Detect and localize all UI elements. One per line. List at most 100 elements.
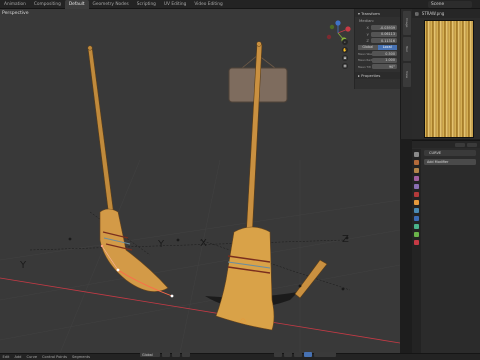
data-tab-icon[interactable]: [414, 232, 419, 237]
menu-curve[interactable]: Curve: [24, 355, 40, 359]
pan-hand-icon[interactable]: ✋: [342, 47, 348, 53]
menu-control-points[interactable]: Control Points: [40, 355, 70, 359]
workspace-tabs: Animation Compositing Default Geometry N…: [0, 0, 227, 9]
tab-tool[interactable]: Tool: [403, 37, 411, 61]
tab-uv-editing[interactable]: UV Editing: [160, 0, 190, 9]
orientation-value: Global: [142, 352, 153, 357]
tab-view[interactable]: View: [403, 63, 411, 87]
add-modifier-button[interactable]: Add Modifier: [424, 159, 476, 165]
zoom-icon[interactable]: ⌕: [342, 39, 348, 45]
tab-scripting[interactable]: Scripting: [133, 0, 160, 9]
image-icon: ▨: [415, 11, 419, 16]
camera-icon[interactable]: ▣: [342, 55, 348, 61]
options-button[interactable]: [467, 142, 477, 147]
image-editor-tabs: Image Tool View: [400, 9, 412, 139]
orientation-dropdown[interactable]: Global: [140, 352, 160, 357]
view-layer-tab-icon[interactable]: [414, 176, 419, 181]
tool-tab-icon[interactable]: [414, 152, 419, 157]
material-tab-icon[interactable]: [414, 240, 419, 245]
svg-text:X: X: [200, 238, 207, 249]
axis-label: Z: [366, 38, 369, 44]
output-tab-icon[interactable]: [414, 168, 419, 173]
viewport-nav-buttons: ⌕ ✋ ▣ ▦: [342, 39, 348, 69]
svg-text:Y: Y: [19, 260, 27, 271]
median-label: Median:: [359, 18, 375, 23]
viewport-scene: Y Y X Z: [0, 41, 400, 353]
global-button[interactable]: Global: [358, 44, 378, 50]
axis-label: X: [366, 25, 369, 31]
median-x-row: X -0.03939: [355, 25, 400, 31]
menu-add[interactable]: Add: [12, 355, 24, 359]
world-tab-icon[interactable]: [414, 192, 419, 197]
tab-geometry-nodes[interactable]: Geometry Nodes: [89, 0, 133, 9]
object-name-field[interactable]: CURVE: [424, 150, 476, 156]
straw-texture-image: [424, 20, 474, 138]
tab-video-editing[interactable]: Video Editing: [190, 0, 226, 9]
median-z-field[interactable]: 0.11316: [371, 38, 397, 44]
scene-name: Scene: [431, 2, 445, 7]
empty-guides: [29, 211, 351, 291]
median-x-field[interactable]: -0.03939: [371, 25, 397, 31]
field-label: Mean Tilt: [358, 64, 371, 69]
x-axis-line: [0, 277, 400, 344]
properties-editor: CURVE Add Modifier: [412, 140, 480, 354]
svg-text:Y: Y: [157, 239, 165, 250]
object-name: CURVE: [429, 151, 442, 155]
menu-edit[interactable]: Edit: [0, 355, 12, 359]
shading-mode-buttons[interactable]: [314, 352, 336, 357]
properties-header-bar: [412, 141, 480, 148]
transform-label: Transform: [361, 10, 381, 16]
navigation-gizmo[interactable]: [322, 19, 354, 45]
proportional-edit-icon[interactable]: [182, 352, 190, 357]
viewport-title: Perspective: [2, 11, 29, 16]
modifier-tab-icon[interactable]: [414, 208, 419, 213]
pivot-icon[interactable]: [162, 352, 170, 357]
object-tab-icon[interactable]: [414, 200, 419, 205]
tab-compositing[interactable]: Compositing: [30, 0, 65, 9]
sidebar-n-panel: ▾ Transform Median: X -0.03939 Y 0.06113…: [354, 9, 400, 89]
median-y-field[interactable]: 0.06113: [371, 31, 397, 37]
axis-label: Y: [366, 31, 369, 37]
mean-radius-field[interactable]: 1.000: [372, 57, 397, 63]
snap-icon[interactable]: [172, 352, 180, 357]
physics-tab-icon[interactable]: [414, 216, 419, 221]
svg-text:Z: Z: [342, 234, 349, 245]
gizmo-icon[interactable]: [284, 352, 292, 357]
overlay-icon[interactable]: [294, 352, 302, 357]
broom-left[interactable]: [87, 45, 169, 292]
image-name[interactable]: STRAW.png: [422, 11, 445, 16]
top-bar: Animation Compositing Default Geometry N…: [0, 0, 480, 9]
properties-tab-column: [412, 149, 421, 354]
properties-header[interactable]: ▸ Properties: [355, 71, 400, 79]
search-field[interactable]: [455, 142, 465, 147]
mean-tilt-row: Mean Tilt 90°: [355, 64, 400, 70]
menu-segments[interactable]: Segments: [69, 355, 92, 359]
field-label: Mean Weight: [358, 51, 377, 56]
mean-weight-row: Mean Weight 0.500: [355, 51, 400, 57]
scene-selector[interactable]: Scene: [428, 1, 472, 8]
visibility-icon[interactable]: [274, 352, 282, 357]
median-y-row: Y 0.06113: [355, 32, 400, 38]
add-modifier-label: Add Modifier: [427, 160, 449, 164]
image-editor-header: ▨ STRAW.png: [412, 9, 480, 18]
tab-image[interactable]: Image: [403, 11, 411, 35]
render-tab-icon[interactable]: [414, 160, 419, 165]
tab-animation[interactable]: Animation: [0, 0, 30, 9]
xray-icon[interactable]: [304, 352, 312, 357]
mean-weight-field[interactable]: 0.500: [372, 51, 397, 57]
scene-tab-icon[interactable]: [414, 184, 419, 189]
viewport-header-tools: Global: [140, 352, 336, 357]
floor-grid: [0, 159, 400, 353]
median-z-row: Z 0.11316: [355, 38, 400, 44]
tab-default[interactable]: Default: [64, 0, 89, 9]
properties-label: Properties: [361, 72, 381, 78]
grid-icon[interactable]: ▦: [342, 63, 348, 69]
image-editor[interactable]: ▨ STRAW.png: [412, 9, 480, 139]
mean-radius-row: Mean Radius 1.000: [355, 57, 400, 64]
transform-header[interactable]: ▾ Transform: [355, 9, 400, 17]
local-button[interactable]: Local: [377, 44, 397, 50]
3d-viewport[interactable]: Y Y X Z Perspective ⌕ ✋ ▣ ▦ ▾ Transform …: [0, 9, 400, 353]
mean-tilt-field[interactable]: 90°: [372, 64, 397, 70]
constraints-tab-icon[interactable]: [414, 224, 419, 229]
field-label: Mean Radius: [358, 58, 376, 63]
